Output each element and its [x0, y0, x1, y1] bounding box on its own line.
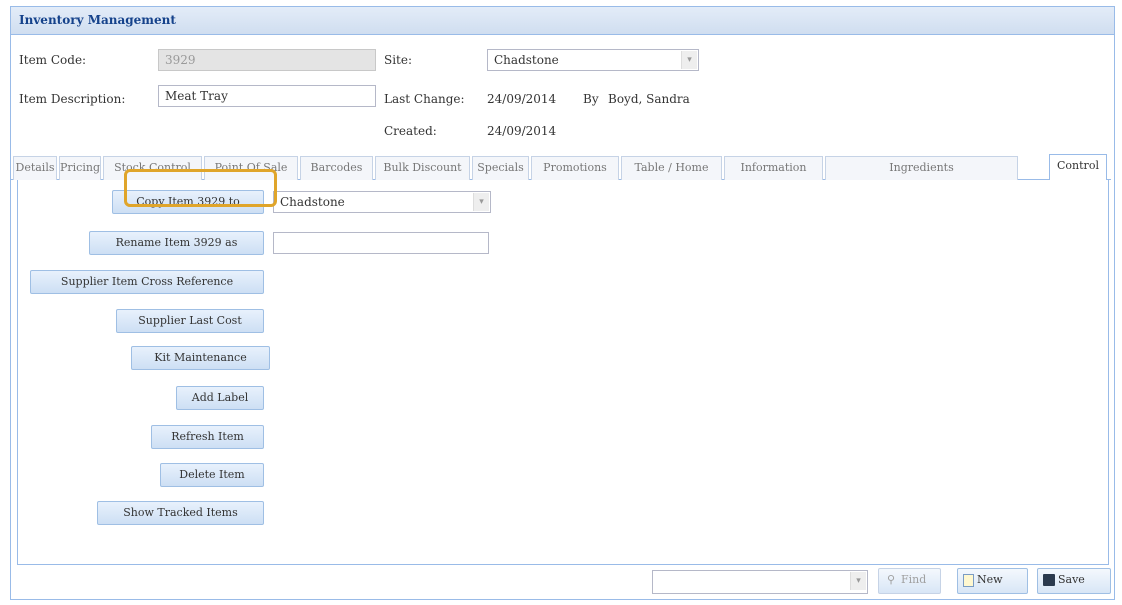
- kit-maintenance-button[interactable]: Kit Maintenance: [131, 346, 270, 370]
- new-button[interactable]: New: [957, 568, 1028, 594]
- chevron-down-icon[interactable]: ▾: [850, 572, 866, 590]
- save-button[interactable]: Save: [1037, 568, 1111, 594]
- item-description-field[interactable]: Meat Tray: [158, 85, 376, 107]
- find-label: Find: [901, 573, 927, 586]
- save-label: Save: [1058, 573, 1085, 586]
- tab-bulk-discount[interactable]: Bulk Discount: [375, 156, 470, 180]
- site-select[interactable]: Chadstone ▾: [487, 49, 699, 71]
- last-change-date: 24/09/2014: [487, 92, 557, 106]
- tab-control[interactable]: Control: [1049, 154, 1107, 180]
- new-label: New: [977, 573, 1003, 586]
- copy-target-site-select[interactable]: Chadstone ▾: [273, 191, 491, 213]
- rename-item-input[interactable]: [273, 232, 489, 254]
- find-button[interactable]: ⚲ Find: [878, 568, 941, 594]
- tab-promotions[interactable]: Promotions: [531, 156, 619, 180]
- created-label: Created:: [384, 124, 437, 138]
- title-bar: Inventory Management: [11, 7, 1114, 35]
- tab-details[interactable]: Details: [13, 156, 57, 180]
- copy-target-site-value: Chadstone: [280, 195, 345, 209]
- tab-table-home[interactable]: Table / Home: [621, 156, 722, 180]
- chevron-down-icon[interactable]: ▾: [473, 193, 489, 211]
- rename-item-button[interactable]: Rename Item 3929 as: [89, 231, 264, 255]
- window-title: Inventory Management: [19, 13, 176, 27]
- add-label-button[interactable]: Add Label: [176, 386, 264, 410]
- delete-item-button[interactable]: Delete Item: [160, 463, 264, 487]
- item-description-label: Item Description:: [19, 92, 126, 106]
- chevron-down-icon[interactable]: ▾: [681, 51, 697, 69]
- tab-pricing[interactable]: Pricing: [59, 156, 101, 180]
- tab-information[interactable]: Information: [724, 156, 823, 180]
- inventory-window: Inventory Management Item Code: 3929 Ite…: [10, 6, 1115, 600]
- magnifier-icon: ⚲: [886, 573, 896, 586]
- tab-barcodes[interactable]: Barcodes: [300, 156, 373, 180]
- last-change-label: Last Change:: [384, 92, 465, 106]
- supplier-last-cost-button[interactable]: Supplier Last Cost: [116, 309, 264, 333]
- supplier-item-cross-reference-button[interactable]: Supplier Item Cross Reference: [30, 270, 264, 294]
- item-code-label: Item Code:: [19, 53, 87, 67]
- search-combo[interactable]: ▾: [652, 570, 868, 594]
- by-label: By: [583, 92, 599, 106]
- tab-ingredients[interactable]: Ingredients: [825, 156, 1018, 180]
- tab-specials[interactable]: Specials: [472, 156, 529, 180]
- created-date: 24/09/2014: [487, 124, 557, 138]
- item-code-field: 3929: [158, 49, 376, 71]
- show-tracked-items-button[interactable]: Show Tracked Items: [97, 501, 264, 525]
- floppy-disk-icon: [1043, 574, 1055, 586]
- site-label: Site:: [384, 53, 413, 67]
- changed-by-value: Boyd, Sandra: [608, 92, 690, 106]
- site-select-value: Chadstone: [494, 53, 559, 67]
- new-document-icon: [963, 573, 974, 587]
- highlight-outline: [124, 169, 277, 207]
- refresh-item-button[interactable]: Refresh Item: [151, 425, 264, 449]
